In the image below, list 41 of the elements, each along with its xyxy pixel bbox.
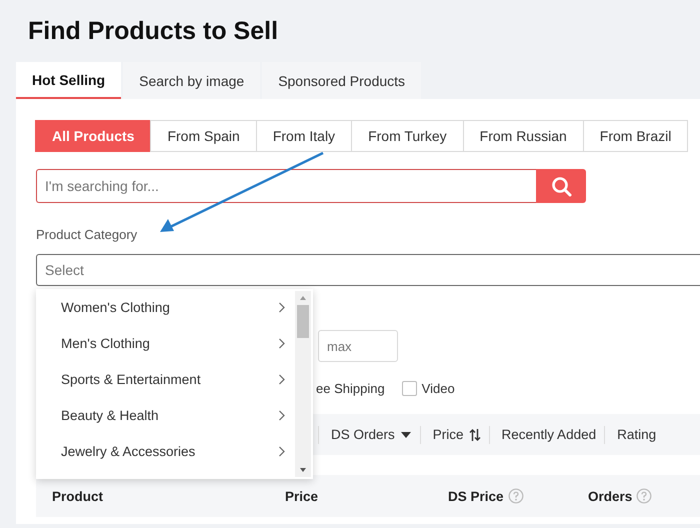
sort-option[interactable]: DS Orders [318,426,420,444]
column-header: Price [285,488,318,504]
tab[interactable]: Sponsored Products [262,62,422,99]
chevron-right-icon [278,410,285,420]
filter-button[interactable]: From Brazil [582,120,688,152]
chevron-right-icon [278,302,285,312]
category-option[interactable]: Jewelry & Accessories [36,433,295,469]
sort-option[interactable]: Recently Added [488,426,604,444]
category-select[interactable]: Select [36,254,700,286]
max-price-field[interactable]: max [318,330,398,362]
filter-button[interactable]: From Spain [150,120,257,152]
search-field[interactable]: I'm searching for... [36,169,536,203]
scroll-down-icon [299,467,307,473]
sort-icon [468,428,481,442]
category-option[interactable]: Women's Clothing [36,289,295,325]
column-header: Orders [588,488,632,504]
free-shipping-label: ee Shipping [316,380,385,396]
page-title: Find Products to Sell [28,16,280,46]
column-header: Product [52,488,104,504]
category-option[interactable]: Sports & Entertainment [36,361,295,397]
filter-button[interactable]: From Turkey [351,120,464,152]
search-button[interactable] [536,169,586,203]
tab[interactable]: Hot Selling [16,62,122,99]
chevron-right-icon [278,446,285,456]
scroll-up-icon [299,295,307,301]
scrollbar[interactable] [295,291,311,477]
scroll-thumb[interactable] [297,305,309,338]
chevron-right-icon [278,338,285,348]
tab[interactable]: Search by image [123,62,260,99]
filter-button[interactable]: From Italy [256,120,352,152]
category-option[interactable]: Beauty & Health [36,397,295,433]
caret-icon [400,430,412,439]
sort-option[interactable]: Price [420,426,489,444]
category-option[interactable]: Men's Clothing [36,325,295,361]
sort-option[interactable]: Rating [604,426,664,444]
field-label: Product Category [36,227,138,243]
chevron-right-icon [278,374,285,384]
search-icon [550,176,572,196]
video-checkbox[interactable]: Video [402,380,455,396]
column-header: DS Price [448,488,504,504]
filter-button[interactable]: From Russian [462,120,584,152]
